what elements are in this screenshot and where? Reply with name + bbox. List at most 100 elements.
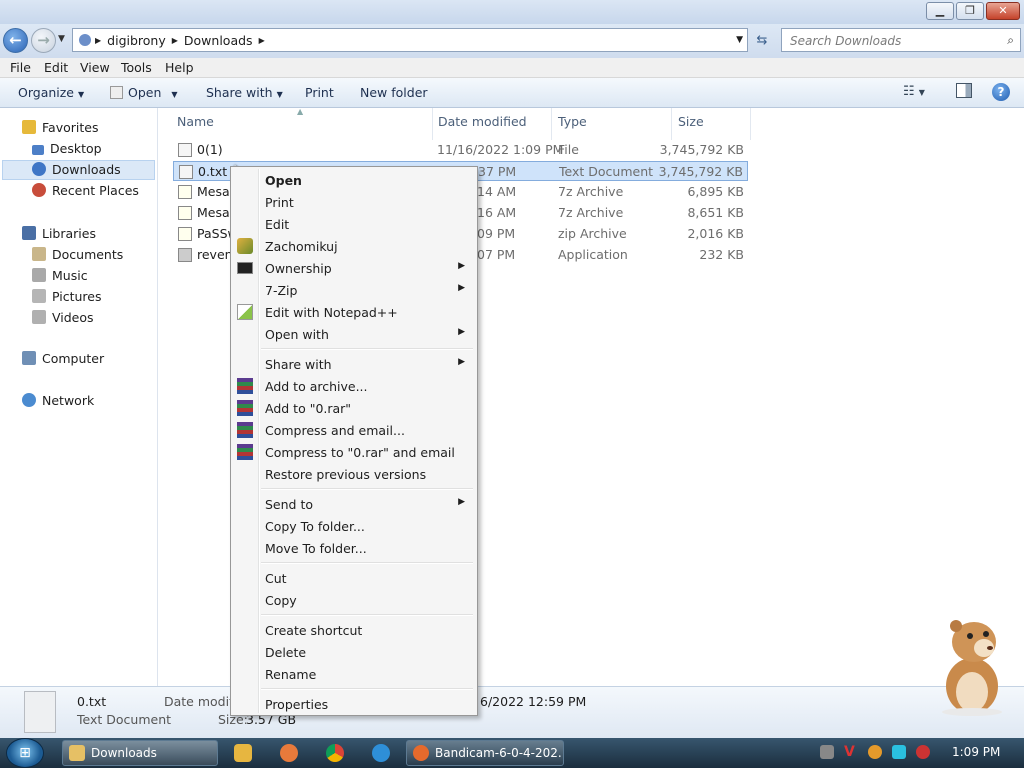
forward-button[interactable]: →: [31, 28, 56, 53]
menu-view[interactable]: View: [80, 60, 110, 75]
menu-item-edit[interactable]: Edit: [233, 213, 475, 235]
nav-label: Desktop: [50, 141, 102, 156]
menu-item-edit-notepad[interactable]: Edit with Notepad++: [233, 301, 475, 323]
column-divider[interactable]: [432, 108, 433, 140]
maximize-button[interactable]: ❐: [956, 2, 984, 20]
recent-pages-dropdown-icon[interactable]: ▼: [58, 34, 65, 44]
menu-item-share-with[interactable]: Share with ▶: [233, 353, 475, 375]
minimize-button[interactable]: ▁: [926, 2, 954, 20]
libraries-icon: [22, 226, 36, 240]
menu-item-copy[interactable]: Copy: [233, 589, 475, 611]
menu-item-7zip[interactable]: 7-Zip ▶: [233, 279, 475, 301]
menu-edit[interactable]: Edit: [44, 60, 68, 75]
menu-item-compress-rar-email[interactable]: Compress to "0.rar" and email: [233, 441, 475, 463]
file-date: 11/16/2022 1:09 PM: [437, 142, 564, 157]
column-header-type[interactable]: Type: [558, 114, 587, 129]
taskbar-bandicam-button[interactable]: Bandicam-6-0-4-202...: [406, 740, 564, 766]
app-pinned-icon[interactable]: [280, 744, 298, 762]
menu-item-add-to-rar[interactable]: Add to "0.rar": [233, 397, 475, 419]
new-folder-button[interactable]: New folder: [360, 85, 428, 100]
menu-help[interactable]: Help: [165, 60, 194, 75]
column-header-size[interactable]: Size: [678, 114, 704, 129]
menu-item-restore-versions[interactable]: Restore previous versions: [233, 463, 475, 485]
column-header-name[interactable]: Name: [177, 114, 214, 129]
nav-downloads[interactable]: Downloads: [32, 160, 121, 180]
menu-item-ownership[interactable]: Ownership ▶: [233, 257, 475, 279]
column-divider[interactable]: [551, 108, 552, 140]
file-icon: [178, 143, 192, 157]
nav-network[interactable]: Network: [22, 391, 94, 411]
menu-item-move-to-folder[interactable]: Move To folder...: [233, 537, 475, 559]
submenu-arrow-icon: ▶: [458, 261, 465, 271]
tray-record-icon[interactable]: [916, 745, 930, 759]
search-icon[interactable]: ⌕: [1007, 33, 1014, 48]
menu-item-compress-email[interactable]: Compress and email...: [233, 419, 475, 441]
breadcrumb-digibrony[interactable]: digibrony: [107, 33, 166, 48]
menu-item-create-shortcut[interactable]: Create shortcut: [233, 619, 475, 641]
menu-item-add-to-archive[interactable]: Add to archive...: [233, 375, 475, 397]
menu-file[interactable]: File: [10, 60, 31, 75]
print-button[interactable]: Print: [305, 85, 334, 100]
nav-documents[interactable]: Documents: [32, 245, 123, 265]
menu-item-print[interactable]: Print: [233, 191, 475, 213]
taskbar-explorer-button[interactable]: Downloads: [62, 740, 218, 766]
column-divider[interactable]: [671, 108, 672, 140]
column-header-date[interactable]: Date modified: [438, 114, 527, 129]
address-bar[interactable]: ▶ digibrony ▶ Downloads ▶ ▼: [72, 28, 748, 52]
column-divider[interactable]: [750, 108, 751, 140]
address-dropdown-icon[interactable]: ▼: [736, 35, 743, 45]
start-button[interactable]: ⊞: [6, 738, 44, 768]
refresh-icon[interactable]: ⇆: [751, 30, 773, 52]
menu-item-send-to[interactable]: Send to ▶: [233, 493, 475, 515]
share-with-button[interactable]: Share with ▼: [206, 85, 283, 100]
chevron-right-icon[interactable]: ▶: [172, 36, 178, 45]
breadcrumb-downloads[interactable]: Downloads: [184, 33, 253, 48]
clock[interactable]: 1:09 PM: [952, 745, 1000, 759]
menu-item-delete[interactable]: Delete: [233, 641, 475, 663]
nav-pictures[interactable]: Pictures: [32, 287, 102, 307]
media-player-icon[interactable]: [234, 744, 252, 762]
preview-pane-icon[interactable]: [956, 83, 972, 98]
open-label: Open: [128, 85, 162, 100]
menu-item-open[interactable]: Open: [233, 169, 475, 191]
nav-libraries[interactable]: Libraries: [22, 224, 96, 244]
nav-desktop[interactable]: Desktop: [32, 139, 102, 159]
nav-computer[interactable]: Computer: [22, 349, 104, 369]
organize-button[interactable]: Organize ▼: [18, 85, 84, 100]
search-input[interactable]: Search Downloads ⌕: [781, 28, 1021, 52]
menu-item-label: Ownership: [265, 261, 332, 276]
nav-label: Computer: [42, 351, 105, 366]
chrome-icon[interactable]: [326, 744, 344, 762]
menu-tools[interactable]: Tools: [121, 60, 152, 75]
chevron-right-icon[interactable]: ▶: [259, 36, 265, 45]
internet-explorer-icon[interactable]: [372, 744, 390, 762]
tray-search-icon[interactable]: [868, 745, 882, 759]
menu-item-rename[interactable]: Rename: [233, 663, 475, 685]
menu-item-open-with[interactable]: Open with ▶: [233, 323, 475, 345]
tray-v-icon[interactable]: V: [844, 745, 858, 759]
file-type: zip Archive: [558, 226, 627, 241]
nav-videos[interactable]: Videos: [32, 308, 94, 328]
help-icon[interactable]: ?: [992, 83, 1010, 101]
nav-favorites[interactable]: Favorites: [22, 118, 98, 138]
chevron-down-icon: ▼: [171, 90, 178, 99]
back-button[interactable]: ←: [3, 28, 28, 53]
menu-item-copy-to-folder[interactable]: Copy To folder...: [233, 515, 475, 537]
winrar-icon: [237, 400, 253, 416]
open-button[interactable]: Open ▼: [110, 85, 178, 100]
address-row: ← → ▼ ▶ digibrony ▶ Downloads ▶ ▼ ⇆ Sear…: [0, 24, 1024, 58]
menu-item-zachomikuj[interactable]: Zachomikuj: [233, 235, 475, 257]
menu-item-label: Open with: [265, 327, 329, 342]
nav-music[interactable]: Music: [32, 266, 88, 286]
table-row[interactable]: 0(1) 11/16/2022 1:09 PM File 3,745,792 KB: [173, 140, 748, 160]
close-button[interactable]: ✕: [986, 2, 1020, 20]
change-view-icon[interactable]: ☷ ▼: [903, 84, 925, 99]
hamster-mascot: [942, 620, 1002, 716]
nav-recent-places[interactable]: Recent Places: [32, 181, 139, 201]
tray-network-icon[interactable]: [892, 745, 906, 759]
tray-app-icon[interactable]: [820, 745, 834, 759]
chevron-right-icon[interactable]: ▶: [95, 36, 101, 45]
menu-item-properties[interactable]: Properties: [233, 693, 475, 715]
menu-item-cut[interactable]: Cut: [233, 567, 475, 589]
menu-item-label: Compress and email...: [265, 423, 405, 438]
